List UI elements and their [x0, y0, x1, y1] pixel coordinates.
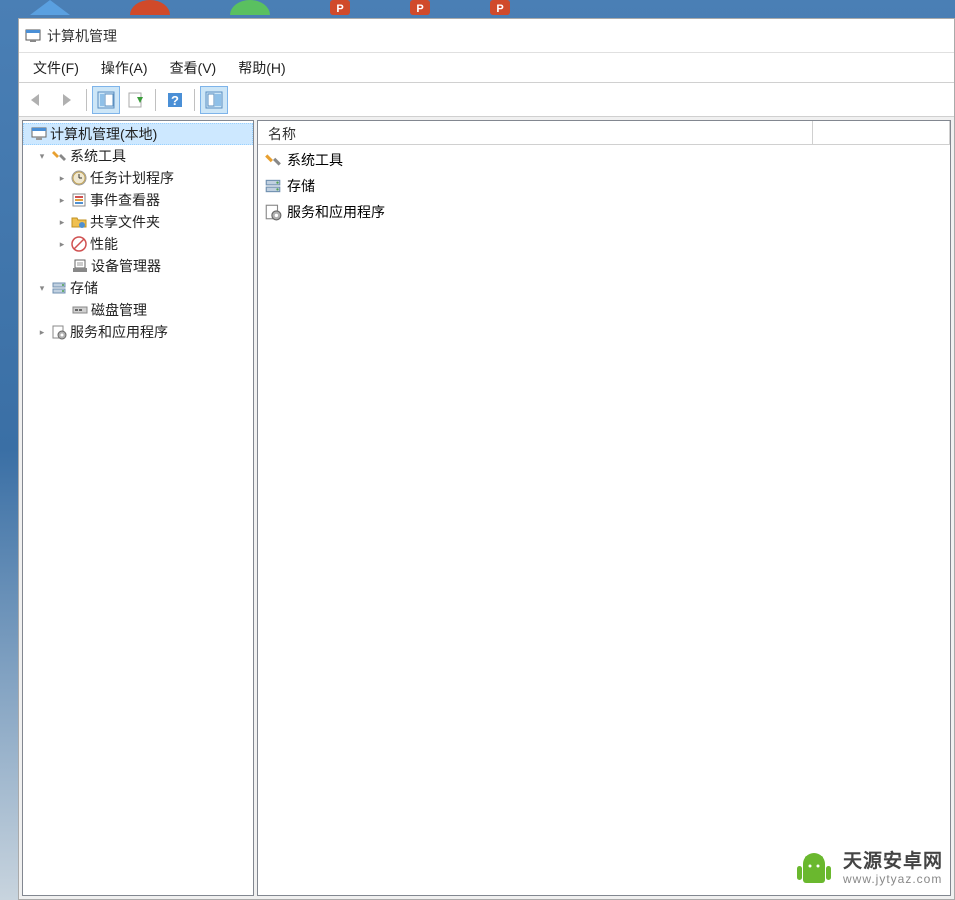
svg-text:P: P — [496, 3, 503, 15]
tree-node-services-applications[interactable]: ▸ 服务和应用程序 — [23, 321, 253, 343]
tree-label-system-tools: 系统工具 — [70, 146, 126, 166]
svg-text:P: P — [416, 3, 423, 15]
forward-button[interactable] — [53, 86, 81, 114]
list-body[interactable]: 系统工具 存储 服务和应用程序 — [258, 145, 950, 895]
svg-text:?: ? — [171, 93, 179, 108]
app-icon — [25, 28, 41, 44]
chevron-right-icon[interactable]: ▸ — [56, 194, 68, 206]
show-hide-action-pane-button[interactable] — [200, 86, 228, 114]
tree-label-services: 服务和应用程序 — [70, 322, 168, 342]
tree-label-event-viewer: 事件查看器 — [90, 190, 160, 210]
tools-icon — [264, 151, 282, 169]
tree-node-disk-management[interactable]: 磁盘管理 — [23, 299, 253, 321]
tree-root-computer-management[interactable]: 计算机管理(本地) — [23, 123, 253, 145]
event-icon — [71, 192, 87, 208]
disk-icon — [72, 302, 88, 318]
list-item-services-applications[interactable]: 服务和应用程序 — [258, 199, 950, 225]
titlebar[interactable]: 计算机管理 — [19, 19, 954, 53]
list-item-label: 存储 — [287, 176, 315, 196]
watermark-title: 天源安卓网 — [843, 852, 943, 873]
tree-node-event-viewer[interactable]: ▸ 事件查看器 — [23, 189, 253, 211]
window-title: 计算机管理 — [47, 26, 117, 46]
performance-icon — [71, 236, 87, 252]
chevron-right-icon[interactable]: ▸ — [56, 172, 68, 184]
watermark-logo-icon — [793, 848, 835, 890]
storage-icon — [264, 177, 282, 195]
toolbar: ? — [19, 83, 954, 117]
tree-label-device-manager: 设备管理器 — [91, 256, 161, 276]
svg-text:P: P — [336, 3, 343, 15]
watermark-url: www.jytyaz.com — [843, 873, 943, 886]
help-button[interactable]: ? — [161, 86, 189, 114]
tree-node-task-scheduler[interactable]: ▸ 任务计划程序 — [23, 167, 253, 189]
services-icon — [264, 203, 282, 221]
tree-label-task-scheduler: 任务计划程序 — [90, 168, 174, 188]
services-icon — [51, 324, 67, 340]
list-header: 名称 — [258, 121, 950, 145]
menu-file[interactable]: 文件(F) — [23, 54, 89, 82]
chevron-down-icon[interactable]: ▾ — [36, 150, 48, 162]
toolbar-separator — [194, 89, 195, 111]
tree-label-shared-folders: 共享文件夹 — [90, 212, 160, 232]
menubar: 文件(F) 操作(A) 查看(V) 帮助(H) — [19, 53, 954, 83]
watermark: 天源安卓网 www.jytyaz.com — [793, 848, 943, 890]
menu-help[interactable]: 帮助(H) — [228, 54, 295, 82]
chevron-right-icon[interactable]: ▸ — [56, 216, 68, 228]
tools-icon — [51, 148, 67, 164]
column-header-blank[interactable] — [813, 121, 950, 144]
device-icon — [72, 258, 88, 274]
tree-node-storage[interactable]: ▾ 存储 — [23, 277, 253, 299]
back-button[interactable] — [23, 86, 51, 114]
navigation-tree[interactable]: 计算机管理(本地) ▾ 系统工具 ▸ 任务计划程序 — [22, 120, 254, 896]
toolbar-separator — [155, 89, 156, 111]
menu-view[interactable]: 查看(V) — [160, 54, 227, 82]
details-pane: 名称 系统工具 存储 — [257, 120, 951, 896]
tree-node-performance[interactable]: ▸ 性能 — [23, 233, 253, 255]
tree-label-storage: 存储 — [70, 278, 98, 298]
list-item-label: 服务和应用程序 — [287, 202, 385, 222]
storage-icon — [51, 280, 67, 296]
chevron-right-icon[interactable]: ▸ — [36, 326, 48, 338]
export-list-button[interactable] — [122, 86, 150, 114]
shared-folder-icon — [71, 214, 87, 230]
tree-label-performance: 性能 — [90, 234, 118, 254]
column-header-name[interactable]: 名称 — [258, 121, 813, 144]
computer-management-window: 计算机管理 文件(F) 操作(A) 查看(V) 帮助(H) ? — [18, 18, 955, 900]
tree-node-shared-folders[interactable]: ▸ 共享文件夹 — [23, 211, 253, 233]
content-area: 计算机管理(本地) ▾ 系统工具 ▸ 任务计划程序 — [19, 117, 954, 899]
chevron-right-icon[interactable]: ▸ — [56, 238, 68, 250]
tree-root-label: 计算机管理(本地) — [50, 124, 157, 144]
menu-action[interactable]: 操作(A) — [91, 54, 158, 82]
chevron-down-icon[interactable]: ▾ — [36, 282, 48, 294]
desktop-background: P P P — [0, 0, 955, 20]
list-item-system-tools[interactable]: 系统工具 — [258, 147, 950, 173]
toolbar-separator — [86, 89, 87, 111]
computer-icon — [31, 126, 47, 142]
clock-icon — [71, 170, 87, 186]
list-item-label: 系统工具 — [287, 150, 343, 170]
tree-label-disk-management: 磁盘管理 — [91, 300, 147, 320]
tree-node-device-manager[interactable]: 设备管理器 — [23, 255, 253, 277]
list-item-storage[interactable]: 存储 — [258, 173, 950, 199]
show-hide-tree-button[interactable] — [92, 86, 120, 114]
tree-node-system-tools[interactable]: ▾ 系统工具 — [23, 145, 253, 167]
